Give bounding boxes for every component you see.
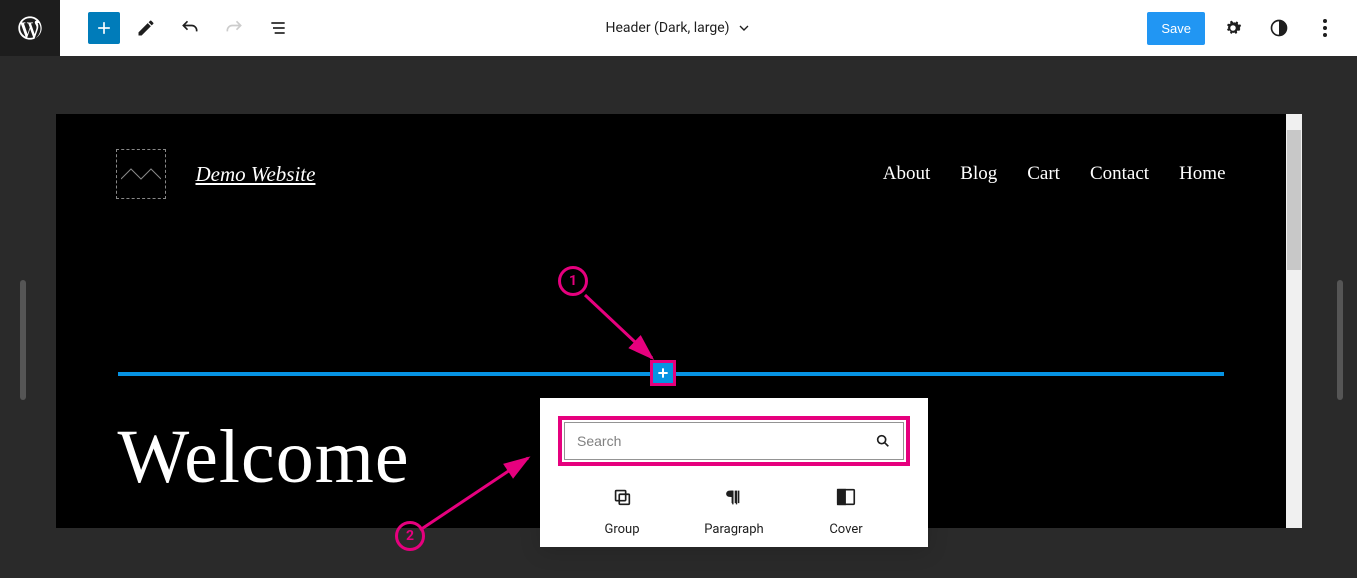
block-label: Paragraph <box>704 522 763 537</box>
right-scrollbar[interactable] <box>1337 280 1343 400</box>
toolbar-left-group <box>60 10 296 46</box>
block-option-group[interactable]: Group <box>572 486 672 537</box>
block-label: Cover <box>829 522 862 537</box>
wordpress-logo[interactable] <box>0 0 60 56</box>
nav-link[interactable]: Home <box>1179 163 1225 185</box>
nav-link[interactable]: Contact <box>1090 163 1149 185</box>
block-option-cover[interactable]: Cover <box>796 486 896 537</box>
paragraph-icon <box>723 486 745 508</box>
block-label: Group <box>604 522 639 537</box>
annotation-step-2: 2 <box>395 521 425 551</box>
block-suggestions: Group Paragraph Cover <box>558 486 910 537</box>
redo-icon <box>216 10 252 46</box>
list-view-icon[interactable] <box>260 10 296 46</box>
inline-inserter-button[interactable] <box>650 360 676 386</box>
block-search-field[interactable] <box>564 422 904 460</box>
block-search-input[interactable] <box>577 433 867 449</box>
styles-contrast-icon[interactable] <box>1261 10 1297 46</box>
nav-link[interactable]: Cart <box>1027 163 1060 185</box>
hero-heading-left: Welcome <box>118 415 410 499</box>
settings-gear-icon[interactable] <box>1215 10 1251 46</box>
more-options-icon[interactable] <box>1307 10 1343 46</box>
site-nav: About Blog Cart Contact Home <box>883 163 1226 185</box>
site-title[interactable]: Demo Website <box>196 162 316 187</box>
editor-topbar: Header (Dark, large) Save <box>0 0 1357 56</box>
left-scrollbar[interactable] <box>20 280 26 400</box>
save-button[interactable]: Save <box>1147 12 1205 45</box>
nav-link[interactable]: Blog <box>960 163 997 185</box>
site-header: Demo Website About Blog Cart Contact Hom… <box>56 114 1286 199</box>
add-block-button[interactable] <box>88 12 120 44</box>
cover-icon <box>835 486 857 508</box>
block-option-paragraph[interactable]: Paragraph <box>684 486 784 537</box>
document-title[interactable]: Header (Dark, large) <box>605 20 751 36</box>
edit-tool-icon[interactable] <box>128 10 164 46</box>
chevron-down-icon <box>736 20 752 36</box>
document-title-text: Header (Dark, large) <box>605 20 729 36</box>
search-highlight <box>558 416 910 466</box>
nav-link[interactable]: About <box>883 163 931 185</box>
site-logo-placeholder[interactable] <box>116 149 166 199</box>
block-inserter-popover: Group Paragraph Cover <box>540 398 928 547</box>
group-icon <box>611 486 633 508</box>
canvas-scrollbar-thumb[interactable] <box>1287 130 1301 270</box>
toolbar-right-group: Save <box>1147 10 1357 46</box>
canvas-scrollbar[interactable] <box>1286 114 1302 528</box>
annotation-step-1: 1 <box>558 266 588 296</box>
undo-icon[interactable] <box>172 10 208 46</box>
search-icon <box>875 433 891 449</box>
hero-heading[interactable]: Welcome et <box>118 414 410 501</box>
